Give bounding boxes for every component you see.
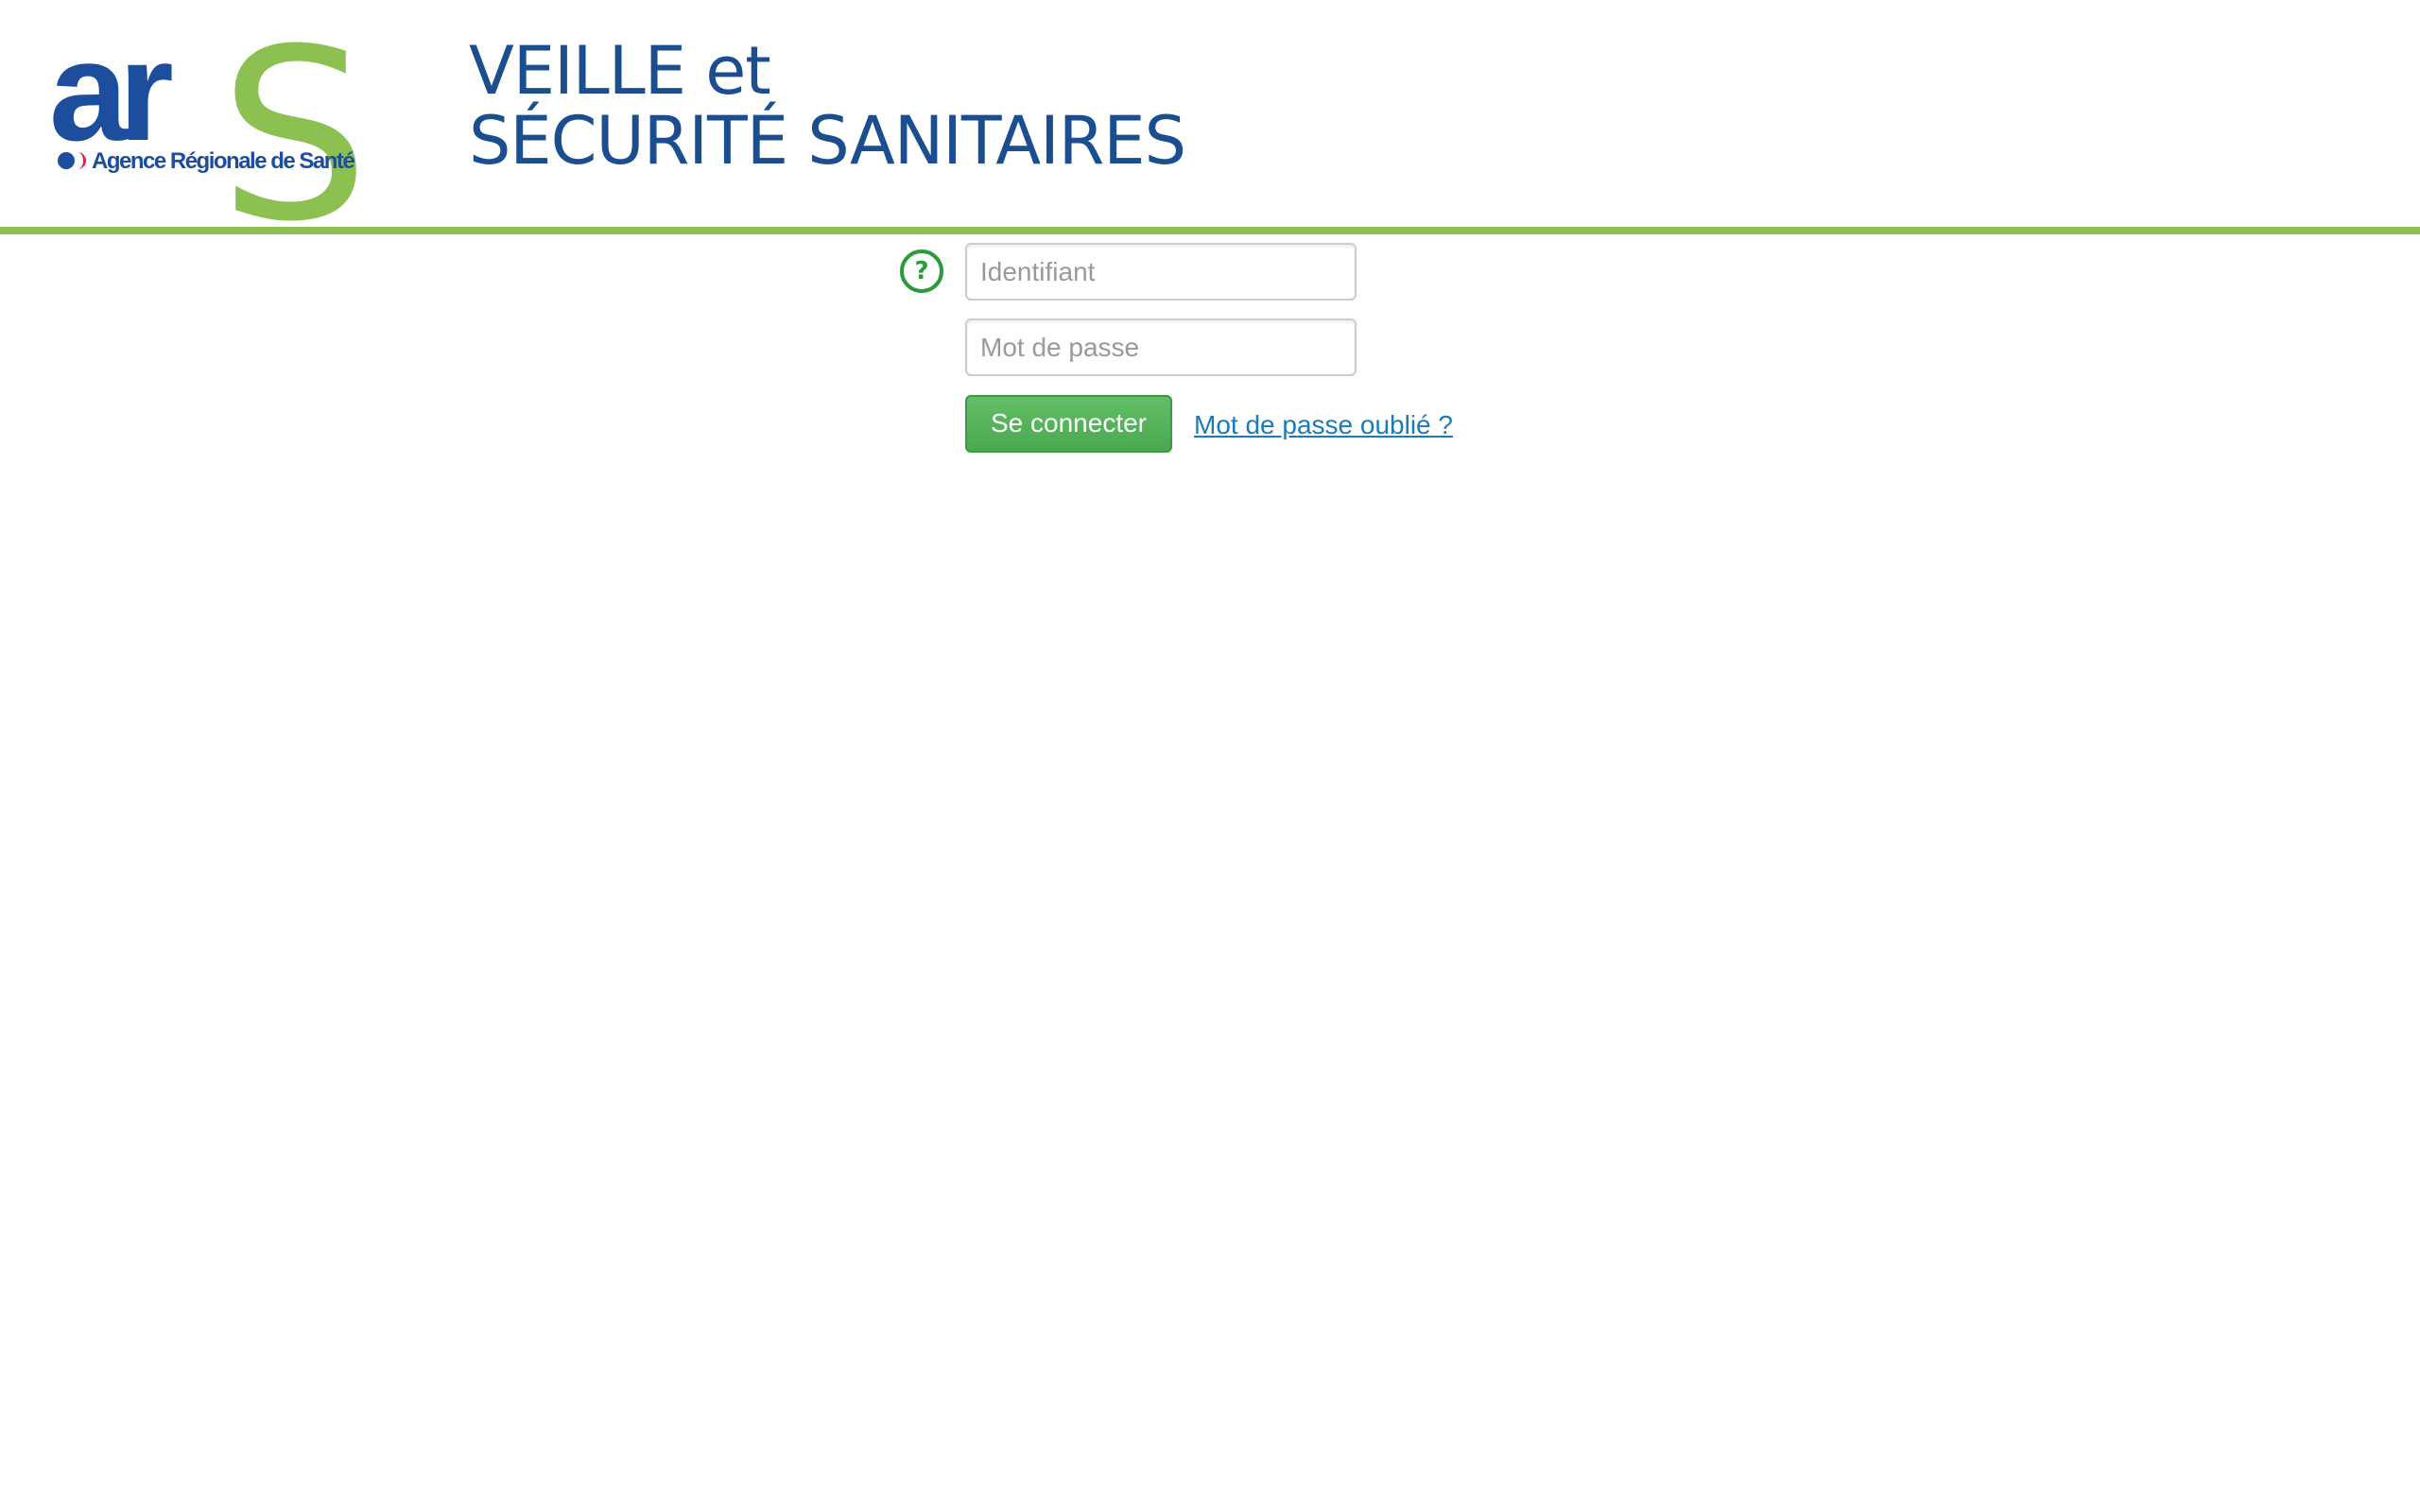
login-button[interactable]: Se connecter xyxy=(965,395,1172,453)
forgot-password-link[interactable]: Mot de passe oublié ? xyxy=(1194,410,1453,440)
username-field[interactable] xyxy=(965,243,1357,301)
password-field[interactable] xyxy=(965,318,1357,376)
question-circle-icon[interactable]: ? xyxy=(900,249,943,293)
login-form: ? Se connecter Mot de passe oublié ? xyxy=(0,0,2420,1512)
